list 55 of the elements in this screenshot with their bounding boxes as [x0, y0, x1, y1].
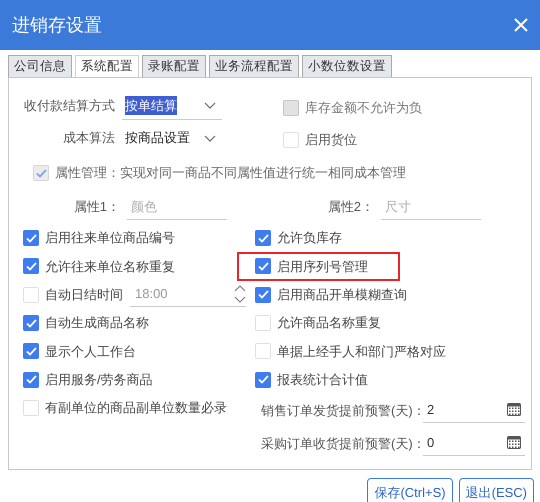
chevron-down-icon	[204, 134, 216, 142]
field-label: 销售订单发货提前预警(天)：	[261, 402, 423, 420]
option-label: 启用往来单位商品编号	[45, 229, 175, 248]
option-label: 自动日结时间	[45, 286, 123, 304]
dropdown-value: 按单结算	[125, 96, 177, 116]
number-value: 2	[427, 401, 434, 420]
option-label: 单据上经手人和部门严格对应	[277, 342, 446, 361]
option-label: 允许商品名称重复	[277, 314, 381, 332]
checkbox[interactable]	[255, 286, 271, 303]
field-label: 属性1：	[72, 198, 120, 216]
checkbox[interactable]	[23, 230, 39, 246]
tab[interactable]: 录账配置	[142, 55, 206, 77]
option-label: 报表统计合计值	[277, 370, 368, 389]
window-title: 进销存设置	[12, 14, 102, 36]
option-label: 有副单位的商品副单位数量必录	[45, 399, 227, 418]
chevron-down-icon	[204, 102, 216, 109]
checkbox[interactable]	[255, 258, 271, 274]
close-icon[interactable]	[514, 18, 528, 32]
calculator-icon[interactable]	[507, 403, 521, 416]
checkbox[interactable]	[23, 372, 39, 388]
option-label: 显示个人工作台	[45, 342, 136, 361]
dropdown[interactable]: 按商品设置	[122, 124, 222, 152]
tab[interactable]: 业务流程配置	[209, 55, 299, 77]
checkbox[interactable]	[255, 230, 271, 246]
input-field[interactable]: 尺寸	[381, 194, 481, 220]
checkbox[interactable]	[23, 343, 39, 360]
dialog-button[interactable]: 保存(Ctrl+S)	[367, 478, 453, 502]
field-label: 采购订单收货提前预警(天)：	[261, 434, 423, 453]
tab[interactable]: 公司信息	[8, 55, 72, 77]
number-field[interactable]: 2	[423, 397, 525, 424]
checkbox[interactable]	[23, 258, 39, 274]
option-label: 允许往来单位名称重复	[45, 258, 175, 276]
option-label: 启用序列号管理	[277, 258, 368, 276]
input-field[interactable]: 颜色	[127, 194, 227, 220]
option-label: 允许负库存	[277, 229, 342, 248]
option-label: 库存金额不允许为负	[305, 99, 422, 118]
option-label: 启用服务/劳务商品	[45, 370, 153, 389]
field-label: 成本算法	[62, 129, 115, 148]
tab[interactable]: 小数位数设置	[302, 55, 392, 77]
field-label: 收付款结算方式	[23, 97, 115, 116]
calculator-icon[interactable]	[507, 436, 521, 450]
checkbox[interactable]	[23, 315, 39, 332]
option-label: 自动生成商品名称	[45, 314, 149, 332]
time-value: 18:00	[135, 285, 168, 304]
dropdown[interactable]: 按单结算	[122, 92, 222, 120]
checkbox[interactable]	[255, 372, 271, 388]
field-label: 属性2：	[326, 198, 374, 216]
tab[interactable]: 系统配置	[75, 55, 139, 77]
dialog-button[interactable]: 退出(ESC)	[458, 478, 534, 502]
dropdown-value: 按商品设置	[125, 129, 190, 148]
option-label: 启用货位	[305, 131, 357, 150]
option-label: 属性管理：实现对同一商品不同属性值进行统一相同成本管理	[55, 164, 406, 182]
number-value: 0	[427, 434, 434, 452]
number-field[interactable]: 0	[423, 430, 525, 456]
option-label: 启用商品开单模糊查询	[277, 286, 407, 304]
